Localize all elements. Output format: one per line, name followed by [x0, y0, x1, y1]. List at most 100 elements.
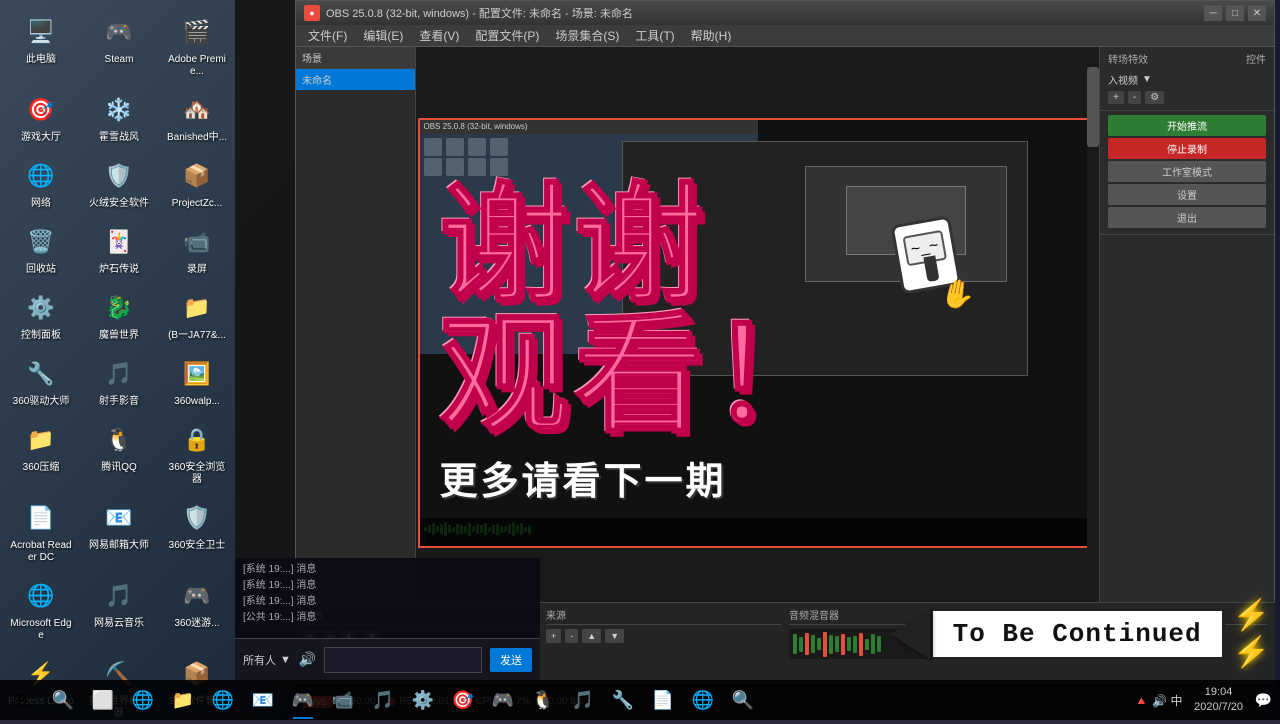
menu-item-2[interactable]: 查看(V) [411, 25, 467, 46]
icon-image-11: 📹 [177, 222, 217, 262]
close-button[interactable]: ✕ [1248, 5, 1266, 21]
desktop-icon-18[interactable]: 📁 360压缩 [4, 416, 78, 490]
inner-icon [446, 138, 464, 156]
menu-item-5[interactable]: 工具(T) [627, 25, 682, 46]
desktop-icon-13[interactable]: 🐉 魔兽世界 [82, 284, 156, 346]
taskbar-item-0[interactable]: 🔍 [44, 681, 82, 719]
taskbar-item-14[interactable]: 🔧 [604, 681, 642, 719]
icon-label-25: 网易云音乐 [94, 618, 144, 630]
desktop-icon-9[interactable]: 🗑️ 回收站 [4, 218, 78, 280]
arrow-left-icon [890, 609, 930, 659]
stop-record-button[interactable]: 停止录制 [1108, 138, 1266, 159]
desktop-icon-5[interactable]: 🏘️ Banished中... [160, 86, 234, 148]
taskbar-item-9[interactable]: ⚙️ [404, 681, 442, 719]
chat-send-button[interactable]: 发送 [490, 648, 532, 672]
taskbar-item-1[interactable]: ⬜ [84, 681, 122, 719]
taskbar-item-3[interactable]: 📁 [164, 681, 202, 719]
source-add-btn[interactable]: + [546, 629, 561, 643]
audience-selector[interactable]: 所有人 ▼ [243, 652, 291, 668]
start-button[interactable]: ⊞ [0, 680, 40, 720]
desktop-icon-10[interactable]: 🃏 炉石传说 [82, 218, 156, 280]
desktop-icon-11[interactable]: 📹 录屏 [160, 218, 234, 280]
desktop-icon-12[interactable]: ⚙️ 控制面板 [4, 284, 78, 346]
taskbar-item-8[interactable]: 🎵 [364, 681, 402, 719]
obs-titlebar: ● OBS 25.0.8 (32-bit, windows) - 配置文件: 未… [296, 1, 1274, 25]
taskbar-item-13[interactable]: 🎵 [564, 681, 602, 719]
minimize-button[interactable]: ─ [1204, 5, 1222, 21]
taskbar-item-16[interactable]: 🌐 [684, 681, 722, 719]
taskbar-item-4[interactable]: 🌐 [204, 681, 242, 719]
icon-label-12: 控制面板 [21, 330, 61, 342]
exit-button[interactable]: 退出 [1108, 207, 1266, 228]
control-title: 控件 [1246, 51, 1266, 66]
source-down-btn[interactable]: ▼ [605, 629, 624, 643]
inner-icon [468, 138, 486, 156]
icon-label-19: 腾讯QQ [101, 462, 137, 474]
icon-image-19: 🐧 [99, 420, 139, 460]
volume-icon[interactable]: 🔊 [299, 651, 316, 668]
menu-item-1[interactable]: 编辑(E) [355, 25, 411, 46]
scene-item-default[interactable]: 未命名 [296, 69, 415, 90]
desktop-icon-22[interactable]: 📧 网易邮箱大师 [82, 494, 156, 568]
obs-main-area: 场景 未命名 OBS 25.0.8 (32-bit, windows) [296, 47, 1274, 619]
desktop-icon-8[interactable]: 📦 ProjectZc... [160, 152, 234, 214]
desktop-icon-25[interactable]: 🎵 网易云音乐 [82, 572, 156, 646]
desktop-icon-17[interactable]: 🖼️ 360walp... [160, 350, 234, 412]
taskbar-item-17[interactable]: 🔍 [724, 681, 762, 719]
desktop-icon-21[interactable]: 📄 Acrobat Reader DC [4, 494, 78, 568]
taskbar-item-12[interactable]: 🐧 [524, 681, 562, 719]
preview-canvas: OBS 25.0.8 (32-bit, windows) [418, 118, 1098, 548]
taskbar-item-10[interactable]: 🎯 [444, 681, 482, 719]
menu-item-6[interactable]: 帮助(H) [683, 25, 740, 46]
preview-scrollbar[interactable] [1087, 47, 1099, 619]
taskbar-item-15[interactable]: 📄 [644, 681, 682, 719]
desktop-icon-0[interactable]: 🖥️ 此电脑 [4, 8, 78, 82]
audio-bar-5 [823, 632, 827, 657]
desktop-icon-4[interactable]: ❄️ 霍雪战风 [82, 86, 156, 148]
notification-icon[interactable]: 💬 [1255, 692, 1272, 709]
desktop-icon-7[interactable]: 🛡️ 火绒安全软件 [82, 152, 156, 214]
menu-item-0[interactable]: 文件(F) [300, 25, 355, 46]
icon-label-0: 此电脑 [26, 54, 56, 66]
audience-label: 所有人 [243, 652, 276, 668]
menu-item-3[interactable]: 配置文件(P) [467, 25, 547, 46]
desktop-icon-26[interactable]: 🎮 360迷游... [160, 572, 234, 646]
chat-message-2: [系统 19:...] 消息 [243, 594, 532, 610]
chat-input[interactable] [324, 647, 482, 673]
desktop-icon-23[interactable]: 🛡️ 360安全卫士 [160, 494, 234, 568]
desktop-icon-2[interactable]: 🎬 Adobe Premie... [160, 8, 234, 82]
icon-label-2: Adobe Premie... [164, 54, 230, 78]
icon-image-6: 🌐 [21, 156, 61, 196]
desktop-icon-16[interactable]: 🎵 射手影音 [82, 350, 156, 412]
taskbar-item-7[interactable]: 📹 [324, 681, 362, 719]
source-up-btn[interactable]: ▲ [582, 629, 601, 643]
desktop-icon-20[interactable]: 🔒 360安全浏览器 [160, 416, 234, 490]
desktop-icon-6[interactable]: 🌐 网络 [4, 152, 78, 214]
scrollbar-thumb[interactable] [1087, 67, 1099, 147]
desktop-icon-3[interactable]: 🎯 游戏大厅 [4, 86, 78, 148]
settings-button[interactable]: 设置 [1108, 184, 1266, 205]
maximize-button[interactable]: □ [1226, 5, 1244, 21]
desktop-icon-24[interactable]: 🌐 Microsoft Edge [4, 572, 78, 646]
start-stream-button[interactable]: 开始推流 [1108, 115, 1266, 136]
left-separator-panel [235, 0, 295, 640]
desktop-icon-15[interactable]: 🔧 360驱动大师 [4, 350, 78, 412]
studio-mode-button[interactable]: 工作室模式 [1108, 161, 1266, 182]
icon-image-8: 📦 [177, 156, 217, 196]
menu-item-4[interactable]: 场景集合(S) [547, 25, 627, 46]
taskbar-item-5[interactable]: 📧 [244, 681, 282, 719]
robot-hand: ✋ [937, 275, 977, 314]
obs-window-title: OBS 25.0.8 (32-bit, windows) - 配置文件: 未命名… [326, 5, 1204, 21]
taskbar-item-2[interactable]: 🌐 [124, 681, 162, 719]
windows-logo-icon: ⊞ [12, 690, 27, 711]
desktop-icon-19[interactable]: 🐧 腾讯QQ [82, 416, 156, 490]
desktop-icon-14[interactable]: 📁 (B一JA77&... [160, 284, 234, 346]
icon-image-7: 🛡️ [99, 156, 139, 196]
to-be-continued-overlay: To Be Continued ⚡ ⚡ [890, 598, 1270, 670]
source-remove-btn[interactable]: - [565, 629, 578, 643]
icon-label-9: 回收站 [26, 264, 56, 276]
desktop-icon-1[interactable]: 🎮 Steam [82, 8, 156, 82]
icon-label-4: 霍雪战风 [99, 132, 139, 144]
taskbar-item-6[interactable]: 🎮 [284, 681, 322, 719]
taskbar-item-11[interactable]: 🎮 [484, 681, 522, 719]
